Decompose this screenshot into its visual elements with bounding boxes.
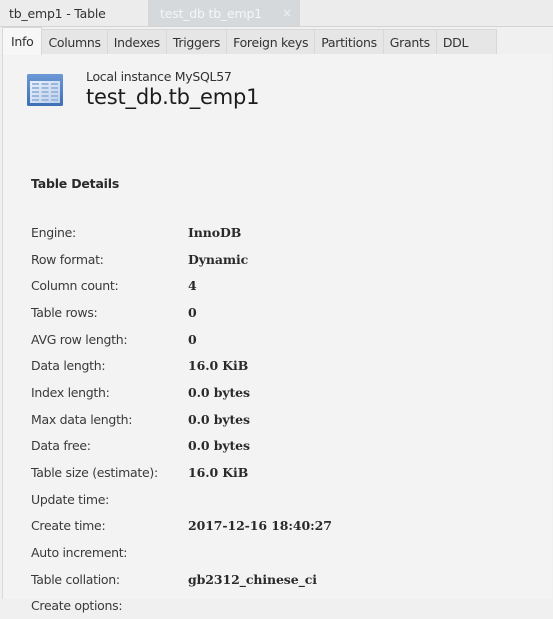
- detail-value: 4: [188, 278, 197, 294]
- detail-row-update-time: Update time:: [31, 486, 332, 513]
- detail-row-auto-increment: Auto increment:: [31, 539, 332, 566]
- document-tab-label: test_db tb_emp1: [160, 5, 262, 21]
- detail-row-data-free: Data free: 0.0 bytes: [31, 433, 332, 460]
- tab-label: Foreign keys: [233, 34, 309, 50]
- detail-value: 16.0 KiB: [188, 358, 249, 374]
- tab-label: Indexes: [113, 34, 160, 50]
- detail-value: Dynamic: [188, 251, 249, 267]
- detail-value: 0.0 bytes: [188, 411, 250, 427]
- detail-row-max-data-length: Max data length: 0.0 bytes: [31, 406, 332, 433]
- detail-row-table-size: Table size (estimate): 16.0 KiB: [31, 459, 332, 486]
- detail-row-table-rows: Table rows: 0: [31, 299, 332, 326]
- detail-value: InnoDB: [188, 224, 242, 240]
- connection-instance-label: Local instance MySQL57: [86, 69, 232, 84]
- detail-row-engine: Engine: InnoDB: [31, 219, 332, 246]
- detail-label: Auto increment:: [31, 545, 128, 561]
- detail-label: Update time:: [31, 491, 110, 507]
- detail-label: Data free:: [31, 438, 91, 454]
- detail-row-avg-row-length: AVG row length: 0: [31, 326, 332, 353]
- detail-row-row-format: Row format: Dynamic: [31, 246, 332, 273]
- detail-label: Column count:: [31, 278, 119, 294]
- document-tab-query[interactable]: test_db tb_emp1 ×: [148, 0, 300, 26]
- tab-grants[interactable]: Grants: [382, 29, 437, 54]
- table-details-list: Engine: InnoDB Row format: Dynamic Column …: [31, 219, 332, 619]
- detail-value: 0.0 bytes: [188, 384, 250, 400]
- table-icon: [27, 74, 63, 106]
- detail-row-table-collation: Table collation: gb2312_chinese_ci: [31, 566, 332, 593]
- detail-label: Engine:: [31, 224, 76, 240]
- tab-label: Partitions: [321, 34, 377, 50]
- detail-row-index-length: Index length: 0.0 bytes: [31, 379, 332, 406]
- detail-label: Table rows:: [31, 304, 98, 320]
- tab-label: Info: [11, 34, 34, 49]
- detail-label: AVG row length:: [31, 331, 128, 347]
- detail-label: Table collation:: [31, 571, 120, 587]
- detail-label: Table size (estimate):: [31, 465, 158, 481]
- tab-triggers[interactable]: Triggers: [165, 29, 228, 54]
- document-tab-label: tb_emp1 - Table: [9, 5, 106, 21]
- detail-value: 0.0 bytes: [188, 438, 250, 454]
- tab-foreign-keys[interactable]: Foreign keys: [226, 29, 316, 54]
- detail-label: Index length:: [31, 384, 110, 400]
- detail-row-create-options: Create options:: [31, 593, 332, 619]
- detail-label: Create time:: [31, 518, 106, 534]
- detail-label: Create options:: [31, 598, 123, 614]
- tab-label: Columns: [48, 34, 101, 50]
- inspector-tabs: Info Columns Indexes Triggers Foreign ke…: [2, 27, 551, 55]
- detail-value: 16.0 KiB: [188, 465, 249, 481]
- info-content: Local instance MySQL57 test_db.tb_emp1 T…: [2, 54, 552, 613]
- tab-ddl[interactable]: DDL: [435, 29, 498, 54]
- table-inspector-panel: Info Columns Indexes Triggers Foreign ke…: [2, 27, 552, 613]
- detail-row-create-time: Create time: 2017-12-16 18:40:27: [31, 513, 332, 540]
- page-title: test_db.tb_emp1: [86, 85, 260, 109]
- detail-label: Data length:: [31, 358, 106, 374]
- detail-value: gb2312_chinese_ci: [188, 571, 317, 587]
- tab-columns[interactable]: Columns: [41, 29, 108, 54]
- section-title-table-details: Table Details: [31, 176, 120, 191]
- detail-row-data-length: Data length: 16.0 KiB: [31, 352, 332, 379]
- document-tab-table[interactable]: tb_emp1 - Table: [0, 0, 148, 26]
- tab-label: Grants: [389, 34, 430, 50]
- tab-label: DDL: [442, 34, 469, 50]
- detail-value: 0: [188, 331, 197, 347]
- detail-value: 0: [188, 304, 197, 320]
- close-icon[interactable]: ×: [282, 6, 292, 20]
- document-tab-bar: tb_emp1 - Table test_db tb_emp1 ×: [0, 0, 553, 27]
- tab-label: Triggers: [172, 34, 221, 50]
- detail-row-column-count: Column count: 4: [31, 272, 332, 299]
- detail-label: Max data length:: [31, 411, 133, 427]
- tab-indexes[interactable]: Indexes: [106, 29, 167, 54]
- tab-partitions[interactable]: Partitions: [314, 29, 384, 54]
- detail-value: 2017-12-16 18:40:27: [188, 518, 332, 534]
- detail-label: Row format:: [31, 251, 104, 267]
- tab-info[interactable]: Info: [2, 27, 43, 55]
